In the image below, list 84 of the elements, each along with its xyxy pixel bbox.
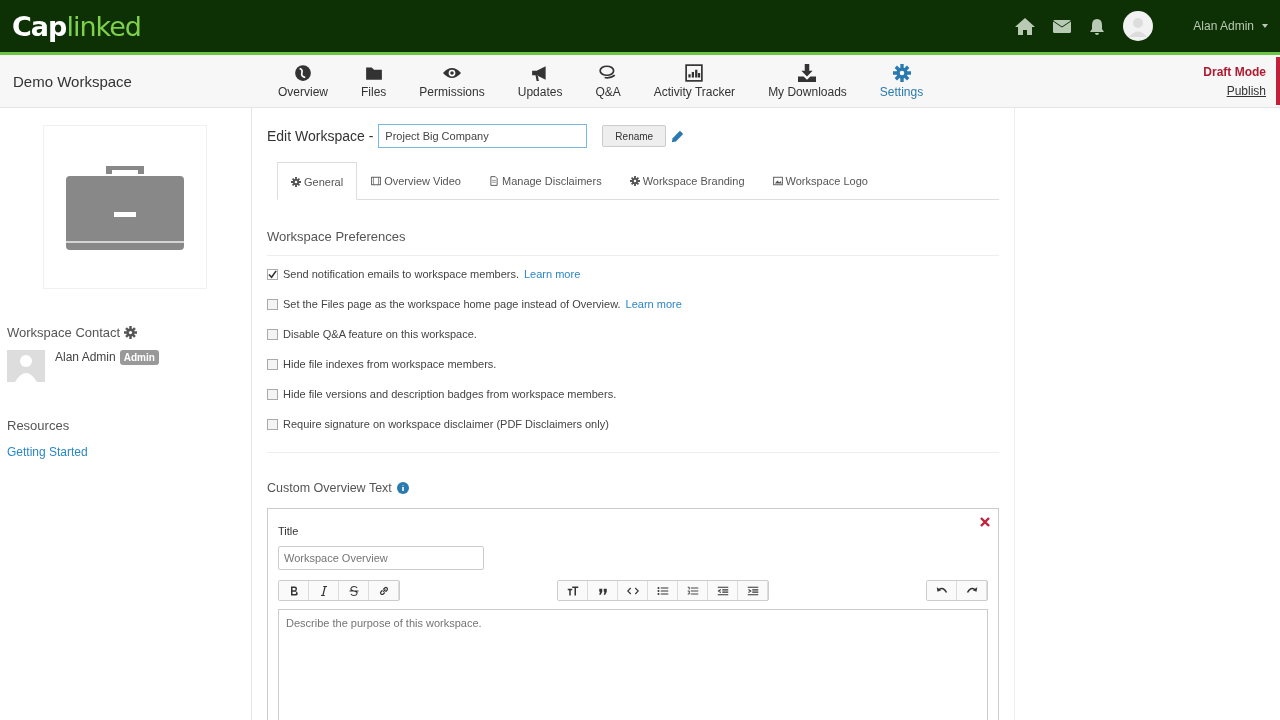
film-icon [371, 176, 382, 186]
option-label: Disable Q&A feature on this workspace. [283, 328, 477, 340]
outdent-icon [716, 584, 729, 597]
indent-button[interactable] [738, 581, 768, 600]
nav-item[interactable]: Files [346, 63, 405, 99]
heading-button[interactable] [558, 581, 588, 600]
role-badge: Admin [119, 350, 159, 365]
checkbox[interactable] [267, 418, 278, 430]
option-label: Send notification emails to workspace members. [283, 268, 519, 280]
nav-item[interactable]: Activity Tracker [638, 63, 754, 99]
numbers-icon [686, 584, 699, 597]
contact-heading: Workspace Contact [7, 325, 121, 340]
tab[interactable]: Workspace Branding [615, 162, 759, 199]
bold-button[interactable] [279, 581, 309, 600]
code-button[interactable] [618, 581, 648, 600]
checkbox[interactable] [267, 358, 278, 370]
download-icon [798, 63, 817, 82]
indent-icon [746, 584, 759, 597]
learn-more-link[interactable]: Learn more [625, 298, 682, 310]
image-icon [772, 176, 783, 186]
nav-item[interactable]: Q&A [580, 63, 639, 99]
chat-icon [599, 63, 618, 82]
option-label: Hide file indexes from workspace members. [283, 358, 497, 370]
quote-button[interactable] [588, 581, 618, 600]
option-label: Require signature on workspace disclaimer (PDF Disclaimers only) [283, 418, 609, 430]
chart-icon [685, 63, 704, 82]
description-field[interactable]: Describe the purpose of this workspace. [278, 609, 988, 720]
nav-item[interactable]: Permissions [404, 63, 503, 99]
bell-icon[interactable] [1089, 17, 1106, 35]
briefcase-icon [66, 164, 184, 250]
resource-link[interactable]: Getting Started [7, 445, 244, 459]
settings-icon[interactable] [124, 326, 138, 339]
title-label: Title [278, 525, 300, 537]
gear-icon [291, 176, 301, 187]
learn-more-link[interactable]: Learn more [524, 268, 581, 280]
contact-name: Alan Admin [55, 350, 116, 364]
section-heading: Workspace Preferences [267, 229, 999, 256]
gear-icon [629, 176, 640, 186]
nav-item[interactable]: Settings [864, 63, 942, 99]
checkbox[interactable] [267, 268, 278, 280]
redo-button[interactable] [957, 581, 987, 600]
logo[interactable]: Caplinked [12, 10, 141, 42]
rename-button[interactable]: Rename [602, 125, 667, 147]
checkbox[interactable] [267, 328, 278, 340]
section-heading: Custom Overview Text [267, 481, 392, 495]
home-icon[interactable] [1015, 17, 1036, 35]
caret-icon [1262, 24, 1268, 28]
edit-workspace-label: Edit Workspace - [267, 128, 374, 144]
nav-item[interactable]: Overview [263, 63, 346, 99]
option-label: Hide file versions and description badges from workspace members. [283, 388, 617, 400]
strike-button[interactable] [339, 581, 369, 600]
checkbox[interactable] [267, 388, 278, 400]
doc-icon [489, 176, 499, 186]
avatar [7, 350, 45, 382]
tab[interactable]: Workspace Logo [758, 162, 882, 199]
nav-item[interactable]: Updates [502, 63, 581, 99]
tab[interactable]: Manage Disclaimers [475, 162, 616, 199]
resources-heading: Resources [7, 418, 71, 433]
avatar[interactable] [1123, 11, 1154, 41]
mail-icon[interactable] [1053, 19, 1072, 33]
outdent-button[interactable] [708, 581, 738, 600]
italic-button[interactable] [309, 581, 339, 600]
bullets-icon [656, 584, 669, 597]
workspace-name: Demo Workspace [12, 72, 133, 90]
gear-icon [892, 63, 911, 82]
heading-icon [566, 584, 579, 597]
workspace-name-field[interactable]: Project Big Company [378, 124, 588, 148]
undo-button[interactable] [927, 581, 957, 600]
tab[interactable]: General [277, 162, 358, 200]
checkbox[interactable] [267, 298, 278, 310]
strike-icon [347, 584, 360, 597]
info-icon[interactable] [396, 482, 409, 494]
nav-item[interactable]: My Downloads [753, 63, 865, 99]
draft-mode-label: Draft Mode [1203, 64, 1266, 79]
close-icon[interactable] [980, 517, 990, 527]
pencil-icon[interactable] [671, 129, 685, 143]
publish-link[interactable]: Publish [1226, 83, 1266, 98]
link-button[interactable] [369, 581, 399, 600]
user-menu[interactable]: Alan Admin [1193, 19, 1268, 33]
link-icon [377, 584, 390, 597]
title-field[interactable]: Workspace Overview [278, 546, 484, 570]
option-label: Set the Files page as the workspace home page instead of Overview. [283, 298, 621, 310]
tab[interactable]: Overview Video [357, 162, 475, 199]
bullets-button[interactable] [648, 581, 678, 600]
